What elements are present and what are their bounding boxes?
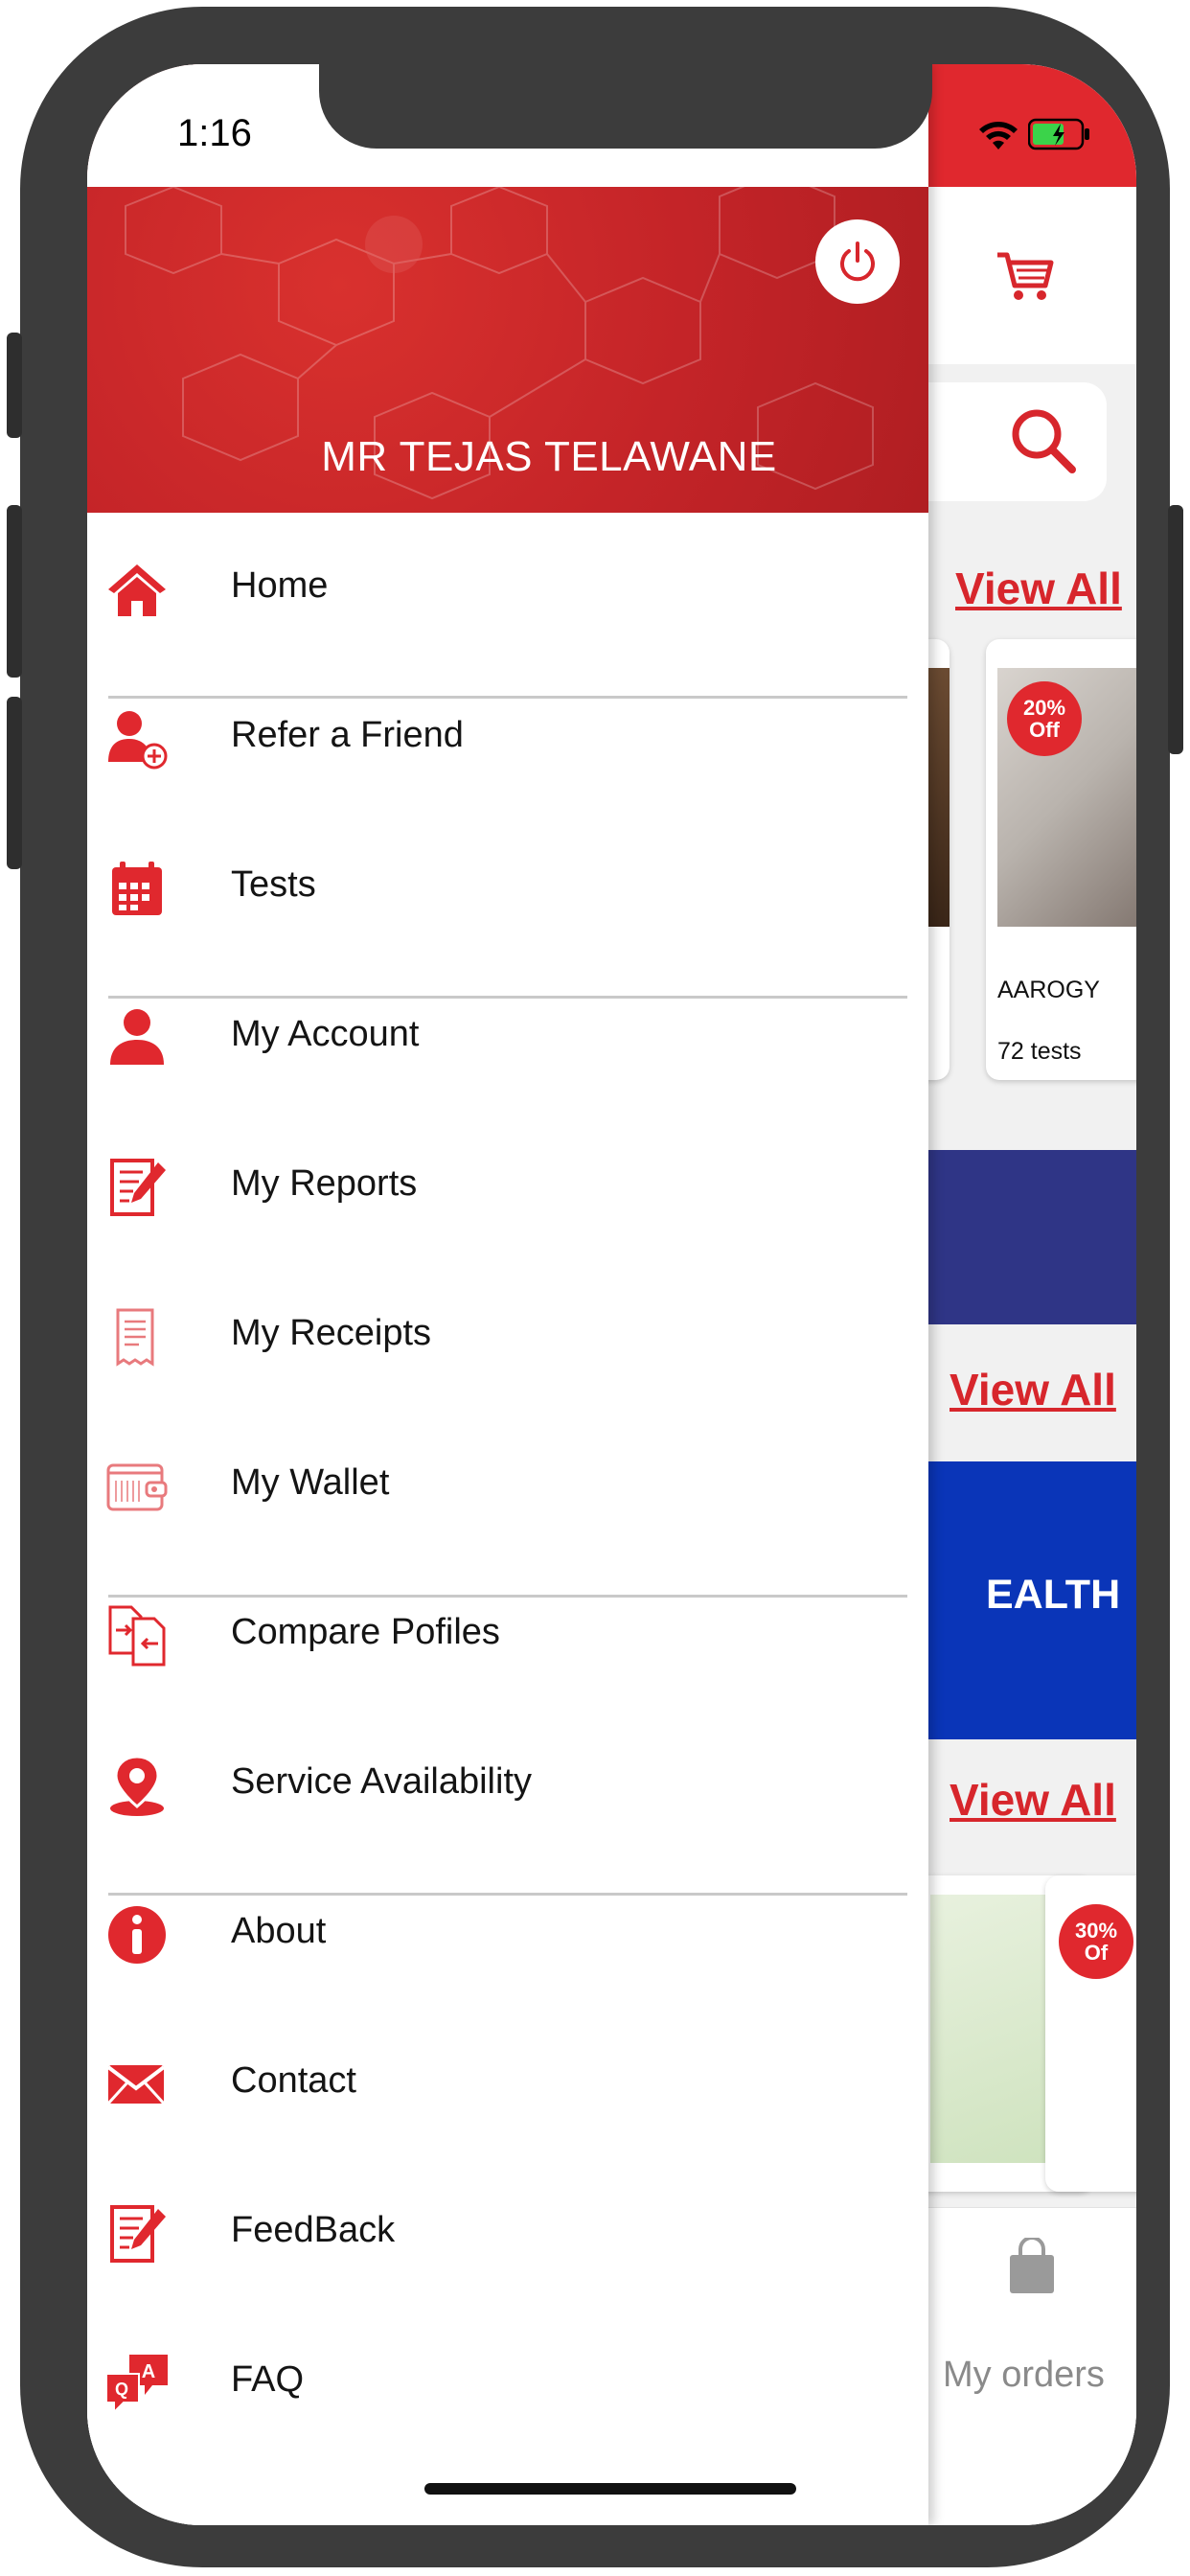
menu-item-contact[interactable]: Contact bbox=[87, 2008, 928, 2157]
receipt-icon bbox=[116, 1308, 154, 1367]
drawer-header: MR TEJAS TELAWANE bbox=[87, 187, 928, 513]
menu-label: Home bbox=[231, 565, 329, 606]
menu-label: My Receipts bbox=[231, 1313, 432, 1353]
menu-item-my-reports[interactable]: My Reports bbox=[87, 1111, 928, 1260]
menu-item-service-availability[interactable]: Service Availability bbox=[87, 1709, 928, 1858]
menu-label: Refer a Friend bbox=[231, 715, 464, 755]
menu-item-refer-a-friend[interactable]: Refer a Friend bbox=[87, 662, 928, 812]
home-icon bbox=[108, 564, 166, 616]
menu-item-feedback[interactable]: FeedBack bbox=[87, 2157, 928, 2307]
menu-label: My Wallet bbox=[231, 1462, 390, 1503]
user-name: MR TEJAS TELAWANE bbox=[321, 433, 777, 480]
faq-icon: A Q bbox=[105, 2355, 168, 2415]
info-icon bbox=[108, 1906, 166, 1964]
power-side-button bbox=[1168, 505, 1183, 754]
device-frame: View All 20% Off AAROGY 72 tests View Al… bbox=[7, 7, 1183, 2567]
search-icon[interactable] bbox=[1005, 402, 1082, 479]
menu-label: My Account bbox=[231, 1014, 420, 1054]
svg-text:Q: Q bbox=[115, 2380, 128, 2399]
battery-icon bbox=[1028, 118, 1089, 150]
feedback-icon bbox=[110, 2205, 166, 2263]
tab-my-orders[interactable]: My orders bbox=[943, 2355, 1105, 2396]
view-all-link[interactable]: View All bbox=[955, 563, 1122, 614]
status-time: 1:16 bbox=[177, 112, 252, 154]
menu-item-faq[interactable]: A Q FAQ bbox=[87, 2307, 928, 2456]
svg-text:A: A bbox=[142, 2361, 155, 2382]
menu-label: FeedBack bbox=[231, 2210, 396, 2250]
power-icon bbox=[840, 242, 875, 282]
package-tests: 72 tests bbox=[997, 1038, 1082, 1065]
menu-label: FAQ bbox=[231, 2359, 305, 2400]
menu-label: Contact bbox=[231, 2060, 356, 2101]
report-icon bbox=[110, 1159, 166, 1216]
menu-item-home[interactable]: Home bbox=[87, 513, 928, 662]
volume-down-button bbox=[7, 697, 22, 869]
user-icon bbox=[110, 1009, 164, 1065]
view-all-link[interactable]: View All bbox=[950, 1364, 1116, 1415]
menu-item-my-receipts[interactable]: My Receipts bbox=[87, 1260, 928, 1410]
mail-icon bbox=[106, 2065, 166, 2105]
wifi-icon bbox=[979, 122, 1018, 150]
device-notch bbox=[319, 64, 932, 149]
wallet-icon bbox=[106, 1463, 168, 1511]
menu-item-compare-profiles[interactable]: Compare Pofiles bbox=[87, 1559, 928, 1709]
menu-label: My Reports bbox=[231, 1163, 418, 1204]
menu-label: Compare Pofiles bbox=[231, 1612, 500, 1652]
cart-icon[interactable] bbox=[992, 242, 1059, 309]
phone-screen: View All 20% Off AAROGY 72 tests View Al… bbox=[87, 64, 1136, 2525]
mute-switch bbox=[7, 333, 22, 438]
discount-badge: 30% Of bbox=[1059, 1904, 1133, 1979]
menu-label: Tests bbox=[231, 864, 316, 905]
navigation-drawer: 1:16 MR TEJAS TELAWANE Home Refer a Frie… bbox=[87, 64, 928, 2525]
calendar-icon bbox=[112, 862, 162, 915]
view-all-link[interactable]: View All bbox=[950, 1774, 1116, 1826]
logout-button[interactable] bbox=[815, 219, 900, 304]
package-name: AAROGY bbox=[997, 977, 1100, 1003]
menu-item-tests[interactable]: Tests bbox=[87, 812, 928, 961]
banner-text: EALTH bbox=[986, 1572, 1121, 1618]
menu-label: About bbox=[231, 1911, 327, 1951]
add-user-icon bbox=[108, 711, 168, 770]
home-indicator[interactable] bbox=[424, 2483, 796, 2495]
shopping-bag-icon[interactable] bbox=[1007, 2238, 1057, 2295]
menu-item-about[interactable]: About bbox=[87, 1858, 928, 2008]
volume-up-button bbox=[7, 505, 22, 678]
package-card[interactable]: 30% Of bbox=[1045, 1875, 1136, 2192]
location-pin-icon bbox=[110, 1755, 164, 1816]
menu-item-my-wallet[interactable]: My Wallet bbox=[87, 1410, 928, 1559]
package-card[interactable]: 20% Off AAROGY 72 tests bbox=[986, 639, 1136, 1080]
discount-badge: 20% Off bbox=[1007, 681, 1082, 756]
menu-item-my-account[interactable]: My Account bbox=[87, 961, 928, 1111]
menu-label: Service Availability bbox=[231, 1761, 533, 1802]
compare-icon bbox=[108, 1605, 166, 1667]
